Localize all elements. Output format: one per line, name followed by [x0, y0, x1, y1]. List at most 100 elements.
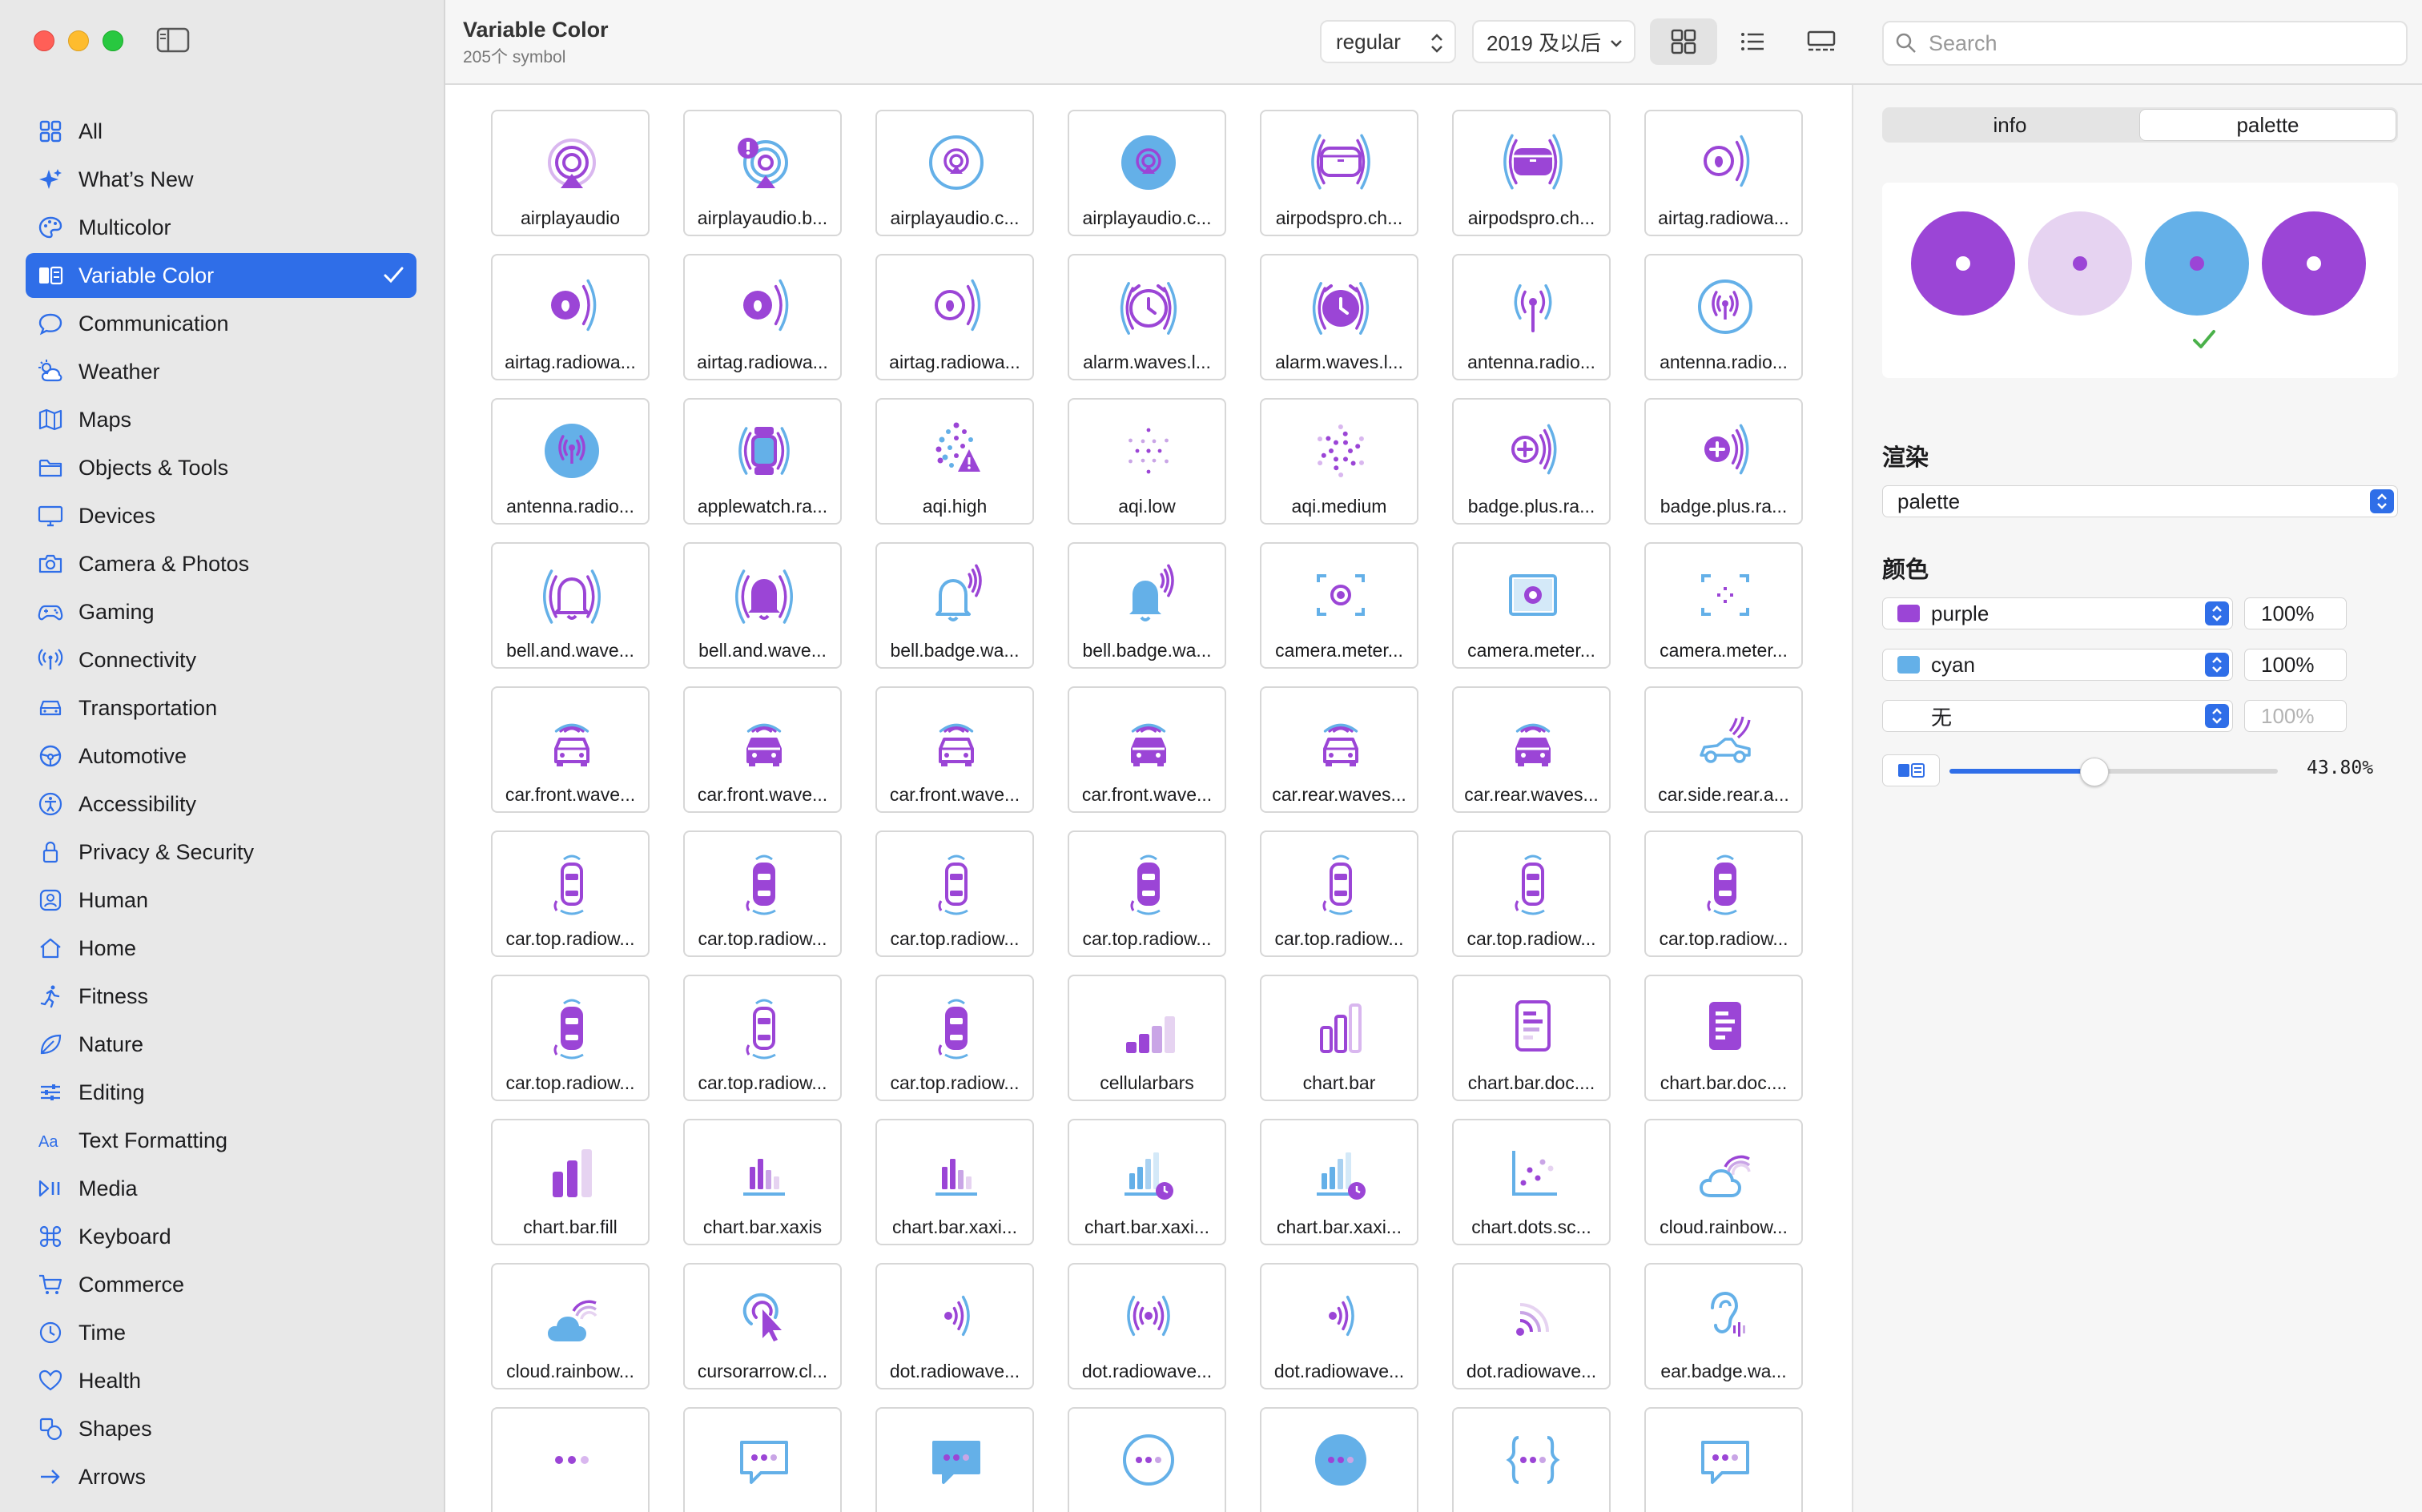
variable-value-toggle[interactable] — [1882, 754, 1940, 786]
sidebar-item-privacy-security[interactable]: Privacy & Security — [26, 830, 416, 875]
symbol-tile[interactable]: alarm.waves.l... — [1068, 254, 1226, 380]
sidebar-item-variable-color[interactable]: Variable Color — [26, 253, 416, 298]
symbol-tile[interactable]: airtag.radiowa... — [1644, 110, 1803, 236]
sidebar-item-health[interactable]: Health — [26, 1358, 416, 1403]
sidebar-item-nature[interactable]: Nature — [26, 1022, 416, 1067]
sidebar-item-gaming[interactable]: Gaming — [26, 589, 416, 634]
symbol-tile[interactable]: applewatch.ra... — [683, 398, 842, 525]
sidebar-item-devices[interactable]: Devices — [26, 493, 416, 538]
sidebar-item-communication[interactable]: Communication — [26, 301, 416, 346]
symbol-tile[interactable]: chart.bar.xaxi... — [1260, 1119, 1418, 1245]
sidebar-item-media[interactable]: Media — [26, 1166, 416, 1211]
symbol-tile[interactable]: badge.plus.ra... — [1644, 398, 1803, 525]
symbol-tile[interactable]: antenna.radio... — [491, 398, 650, 525]
symbol-tile[interactable]: car.side.rear.a... — [1644, 686, 1803, 813]
symbol-tile[interactable]: cursorarrow.cl... — [683, 1263, 842, 1389]
preview-swatch-purple-2[interactable] — [2262, 211, 2366, 316]
symbol-tile[interactable]: alarm.waves.l... — [1260, 254, 1418, 380]
symbol-tile[interactable]: airplayaudio.c... — [1068, 110, 1226, 236]
symbol-tile[interactable]: cloud.rainbow... — [1644, 1119, 1803, 1245]
variable-value-slider[interactable] — [1949, 758, 2278, 786]
sidebar-item-connectivity[interactable]: Connectivity — [26, 637, 416, 682]
color-percent-2[interactable]: 100% — [2244, 649, 2347, 681]
symbol-tile[interactable]: bell.and.wave... — [683, 542, 842, 669]
symbol-tile[interactable]: car.top.radiow... — [683, 975, 842, 1101]
color-popup-1[interactable]: purple — [1882, 597, 2233, 629]
symbol-tile[interactable]: camera.meter... — [1260, 542, 1418, 669]
symbol-tile[interactable]: chart.bar.fill — [491, 1119, 650, 1245]
symbol-tile[interactable]: dot.radiowave... — [875, 1263, 1034, 1389]
symbol-tile[interactable]: airpodspro.ch... — [1260, 110, 1418, 236]
sidebar-item-time[interactable]: Time — [26, 1310, 416, 1355]
color-percent-1[interactable]: 100% — [2244, 597, 2347, 629]
tab-info[interactable]: info — [1882, 107, 2138, 143]
symbol-tile[interactable]: bell.badge.wa... — [1068, 542, 1226, 669]
render-mode-popup[interactable]: palette — [1882, 485, 2398, 517]
symbol-tile[interactable]: chart.bar.doc.... — [1644, 975, 1803, 1101]
sidebar-item-what-s-new[interactable]: What’s New — [26, 157, 416, 202]
color-popup-3[interactable]: 无 — [1882, 700, 2233, 732]
sidebar-item-human[interactable]: Human — [26, 878, 416, 923]
symbol-tile[interactable]: antenna.radio... — [1452, 254, 1611, 380]
symbol-tile[interactable]: airtag.radiowa... — [491, 254, 650, 380]
zoom-window-button[interactable] — [103, 30, 123, 51]
symbol-tile[interactable]: cellularbars — [1068, 975, 1226, 1101]
symbol-tile[interactable]: ear.badge.wa... — [1644, 1263, 1803, 1389]
symbol-tile[interactable]: airplayaudio — [491, 110, 650, 236]
preview-swatch-purple[interactable] — [1911, 211, 2015, 316]
symbol-tile[interactable]: car.front.wave... — [491, 686, 650, 813]
sidebar-item-automotive[interactable]: Automotive — [26, 734, 416, 778]
sidebar-item-camera-photos[interactable]: Camera & Photos — [26, 541, 416, 586]
symbol-tile[interactable]: chart.dots.sc... — [1452, 1119, 1611, 1245]
symbol-tile[interactable] — [1068, 1407, 1226, 1512]
slider-knob[interactable] — [2079, 758, 2109, 786]
sidebar-item-accessibility[interactable]: Accessibility — [26, 782, 416, 826]
symbol-tile[interactable]: badge.plus.ra... — [1452, 398, 1611, 525]
symbol-tile[interactable]: antenna.radio... — [1644, 254, 1803, 380]
sidebar-item-keyboard[interactable]: Keyboard — [26, 1214, 416, 1259]
symbol-tile[interactable]: aqi.low — [1068, 398, 1226, 525]
symbol-tile[interactable] — [1644, 1407, 1803, 1512]
symbol-tile[interactable]: airtag.radiowa... — [875, 254, 1034, 380]
sidebar-item-arrows[interactable]: Arrows — [26, 1454, 416, 1499]
symbol-tile[interactable]: car.top.radiow... — [1452, 830, 1611, 957]
symbol-tile[interactable] — [491, 1407, 650, 1512]
symbol-tile[interactable]: car.front.wave... — [1068, 686, 1226, 813]
symbol-tile[interactable]: car.top.radiow... — [683, 830, 842, 957]
color-popup-2[interactable]: cyan — [1882, 649, 2233, 681]
symbol-tile[interactable]: aqi.medium — [1260, 398, 1418, 525]
sidebar-item-shapes[interactable]: Shapes — [26, 1406, 416, 1451]
symbol-tile[interactable]: car.top.radiow... — [1260, 830, 1418, 957]
preview-swatch-cyan[interactable] — [2145, 211, 2249, 316]
symbol-tile[interactable]: dot.radiowave... — [1068, 1263, 1226, 1389]
symbol-tile[interactable]: car.front.wave... — [683, 686, 842, 813]
sidebar-item-editing[interactable]: Editing — [26, 1070, 416, 1115]
symbol-tile[interactable] — [1260, 1407, 1418, 1512]
weight-popup[interactable]: regular — [1320, 20, 1456, 63]
symbol-tile[interactable]: chart.bar.doc.... — [1452, 975, 1611, 1101]
symbol-tile[interactable]: car.top.radiow... — [875, 830, 1034, 957]
close-window-button[interactable] — [34, 30, 54, 51]
symbol-tile[interactable]: bell.and.wave... — [491, 542, 650, 669]
symbol-tile[interactable]: airplayaudio.c... — [875, 110, 1034, 236]
year-popup[interactable]: 2019 及以后 — [1472, 20, 1635, 63]
symbol-tile[interactable]: car.rear.waves... — [1452, 686, 1611, 813]
symbol-tile[interactable]: dot.radiowave... — [1452, 1263, 1611, 1389]
symbol-tile[interactable] — [1452, 1407, 1611, 1512]
sidebar-item-objects-tools[interactable]: Objects & Tools — [26, 445, 416, 490]
list-view-button[interactable] — [1719, 18, 1786, 65]
symbol-tile[interactable] — [875, 1407, 1034, 1512]
symbol-tile[interactable]: chart.bar.xaxis — [683, 1119, 842, 1245]
sidebar-item-all[interactable]: All — [26, 109, 416, 154]
symbol-tile[interactable]: chart.bar.xaxi... — [875, 1119, 1034, 1245]
minimize-window-button[interactable] — [68, 30, 89, 51]
search-input[interactable] — [1927, 30, 2379, 57]
symbol-tile[interactable]: camera.meter... — [1644, 542, 1803, 669]
symbol-tile[interactable]: camera.meter... — [1452, 542, 1611, 669]
sidebar-item-weather[interactable]: Weather — [26, 349, 416, 394]
symbol-tile[interactable] — [683, 1407, 842, 1512]
sidebar-item-text-formatting[interactable]: Aa Text Formatting — [26, 1118, 416, 1163]
symbol-tile[interactable]: car.top.radiow... — [491, 830, 650, 957]
symbol-tile[interactable]: airplayaudio.b... — [683, 110, 842, 236]
symbol-tile[interactable]: car.top.radiow... — [875, 975, 1034, 1101]
